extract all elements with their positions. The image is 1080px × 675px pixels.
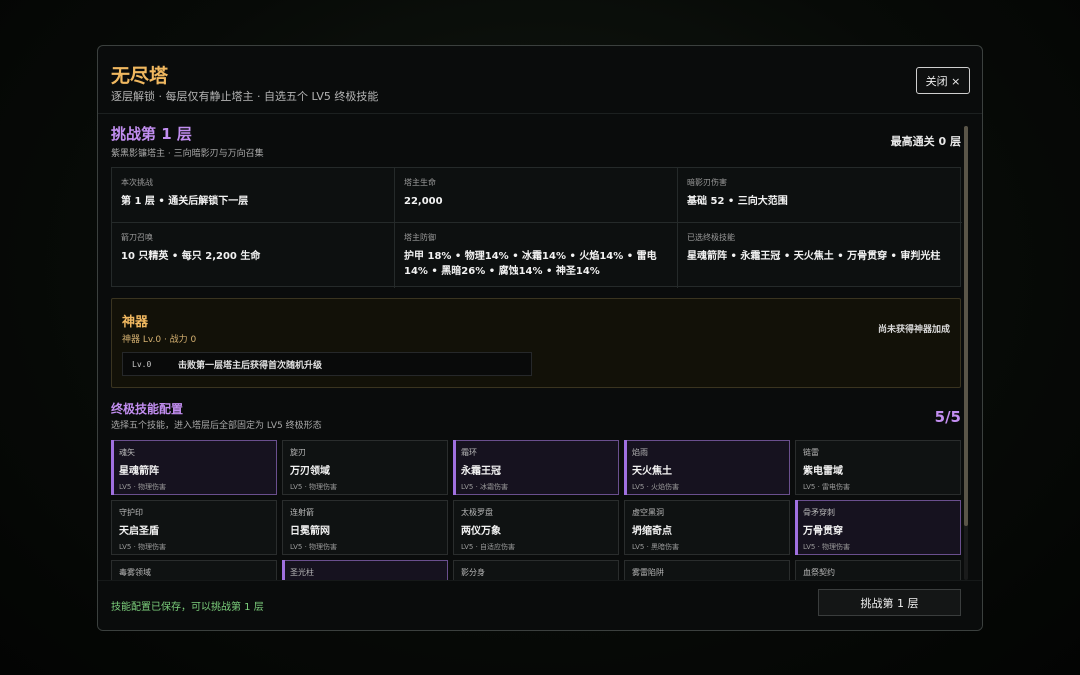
- skill-form: 紫电雷域: [803, 466, 843, 477]
- skill-card[interactable]: 雾雷陷阱: [624, 560, 790, 580]
- skill-name: 守护印: [119, 508, 143, 517]
- skill-meta: LV5 · 物理伤害: [119, 543, 167, 551]
- info-value: 22,000: [404, 196, 443, 207]
- skill-meta: LV5 · 物理伤害: [803, 543, 851, 551]
- skill-card[interactable]: 骨矛穿刺万骨贯穿 LV5 · 物理伤害: [795, 500, 961, 555]
- artifact-title: 神器: [122, 315, 149, 330]
- challenge-title: 挑战第 1 层: [111, 125, 192, 143]
- skill-form: 坍缩奇点: [632, 526, 672, 537]
- skill-name: 链雷: [803, 448, 819, 457]
- scrollbar[interactable]: [964, 126, 968, 580]
- skill-name: 太极罗盘: [461, 508, 493, 517]
- info-value: 第 1 层 • 通关后解锁下一层: [121, 196, 249, 207]
- skill-meta: LV5 · 自适应伤害: [461, 543, 516, 551]
- skill-card[interactable]: 虚空黑洞坍缩奇点 LV5 · 黑暗伤害: [624, 500, 790, 555]
- skill-form: 天火焦土: [632, 466, 672, 477]
- info-label: 本次挑战: [121, 178, 153, 187]
- skill-meta: LV5 · 雷电伤害: [803, 483, 851, 491]
- info-cell: 本次挑战 第 1 层 • 通关后解锁下一层: [112, 168, 395, 223]
- header-divider: [98, 113, 982, 114]
- skill-form: 永霜王冠: [461, 466, 501, 477]
- skill-meta: LV5 · 黑暗伤害: [632, 543, 680, 551]
- info-cell: 塔主生命 22,000: [395, 168, 678, 223]
- skill-card[interactable]: 守护印天启圣盾 LV5 · 物理伤害: [111, 500, 277, 555]
- dialog-title: 无尽塔: [111, 65, 169, 87]
- skill-meta: LV5 · 物理伤害: [290, 543, 338, 551]
- skill-card[interactable]: 旋刃万刃领域 LV5 · 物理伤害: [282, 440, 448, 495]
- info-cell: 已选终极技能 星魂箭阵 • 永霜王冠 • 天火焦土 • 万骨贯穿 • 审判光柱: [678, 223, 962, 288]
- skill-name: 连射箭: [290, 508, 314, 517]
- artifact-upgrade-slot: Lv.0 击败第一层塔主后获得首次随机升级: [122, 352, 532, 376]
- info-label: 暗影刃伤害: [687, 178, 727, 187]
- skills-section-subtitle: 选择五个技能，进入塔层后全部固定为 LV5 终极形态: [111, 421, 322, 431]
- skill-meta: LV5 · 物理伤害: [290, 483, 338, 491]
- skill-name: 影分身: [461, 568, 485, 577]
- info-label: 箭刀召唤: [121, 233, 153, 242]
- skills-grid: 魂矢 星魂箭阵 LV5 · 物理伤害 旋刃 万刃领域 LV5 · 物理伤害 霜环 永霜王冠 LV…: [111, 440, 961, 580]
- info-value: 星魂箭阵 • 永霜王冠 • 天火焦土 • 万骨贯穿 • 审判光柱: [687, 251, 941, 262]
- skill-name: 焰雨: [632, 448, 648, 457]
- skill-meta: LV5 · 物理伤害: [119, 483, 167, 491]
- artifact-level: 神器 Lv.0 · 战力 0: [122, 335, 197, 345]
- best-record: 最高通关 0 层: [890, 135, 961, 148]
- skill-name: 魂矢: [119, 448, 135, 457]
- skill-card[interactable]: 圣光柱: [282, 560, 448, 580]
- close-button[interactable]: 关闭 ×: [916, 67, 970, 94]
- skill-name: 旋刃: [290, 448, 306, 457]
- skill-form: 两仪万象: [461, 526, 501, 537]
- artifact-panel: 神器 神器 Lv.0 · 战力 0 尚未获得神器加成 Lv.0 击败第一层塔主后…: [111, 298, 961, 388]
- dialog-subtitle: 逐层解锁 · 每层仅有静止塔主 · 自选五个 LV5 终极技能: [111, 90, 379, 103]
- skill-meta: LV5 · 火焰伤害: [632, 483, 680, 491]
- skill-card[interactable]: 血祭契约: [795, 560, 961, 580]
- artifact-note: 尚未获得神器加成: [877, 325, 950, 335]
- skill-card[interactable]: 毒雾领域: [111, 560, 277, 580]
- skill-card[interactable]: 太极罗盘两仪万象 LV5 · 自适应伤害: [453, 500, 619, 555]
- endless-tower-dialog: 无尽塔 逐层解锁 · 每层仅有静止塔主 · 自选五个 LV5 终极技能 关闭 ×…: [97, 45, 983, 631]
- skill-card[interactable]: 魂矢星魂箭阵 LV5 · 物理伤害: [111, 440, 277, 495]
- skill-form: 万骨贯穿: [803, 526, 843, 537]
- skill-name: 血祭契约: [803, 568, 835, 577]
- info-cell: 暗影刃伤害 基础 52 • 三向大范围: [678, 168, 962, 223]
- info-label: 已选终极技能: [687, 233, 735, 242]
- skill-name: 圣光柱: [290, 568, 314, 577]
- skill-card[interactable]: 链雷紫电雷域 LV5 · 雷电伤害: [795, 440, 961, 495]
- challenge-subtitle: 紫黑影镰塔主 · 三向暗影刃与万向召集: [111, 149, 264, 159]
- info-value: 10 只精英 • 每只 2,200 生命: [121, 251, 261, 262]
- skill-name: 虚空黑洞: [632, 508, 664, 517]
- skills-selected-count: 5/5: [934, 408, 961, 426]
- info-label: 塔主生命: [404, 178, 436, 187]
- info-cell: 箭刀召唤 10 只精英 • 每只 2,200 生命: [112, 223, 395, 288]
- scrollbar-thumb[interactable]: [964, 126, 968, 526]
- artifact-slot-text: 击败第一层塔主后获得首次随机升级: [178, 360, 323, 371]
- skill-meta: LV5 · 冰霜伤害: [461, 483, 509, 491]
- skill-card[interactable]: 霜环永霜王冠 LV5 · 冰霜伤害: [453, 440, 619, 495]
- skill-name: 雾雷陷阱: [632, 568, 664, 577]
- info-value: 基础 52 • 三向大范围: [687, 196, 788, 207]
- info-label: 塔主防御: [404, 233, 436, 242]
- challenge-info-grid: 本次挑战 第 1 层 • 通关后解锁下一层 塔主生命 22,000 暗影刃伤害 …: [111, 167, 962, 288]
- skill-card[interactable]: 连射箭日冕箭网 LV5 · 物理伤害: [282, 500, 448, 555]
- skill-form: 日冕箭网: [290, 526, 330, 537]
- skills-section-title: 终极技能配置: [111, 402, 184, 416]
- skill-form: 万刃领域: [290, 466, 330, 477]
- skill-card[interactable]: 影分身: [453, 560, 619, 580]
- skill-card[interactable]: 焰雨天火焦土 LV5 · 火焰伤害: [624, 440, 790, 495]
- artifact-slot-level: Lv.0: [132, 359, 152, 369]
- info-cell: 塔主防御 护甲 18% • 物理14% • 冰霜14% • 火焰14% • 雷电…: [395, 223, 678, 288]
- skill-form: 星魂箭阵: [119, 466, 159, 477]
- skill-name: 骨矛穿刺: [803, 508, 835, 517]
- content-scroll-area[interactable]: 挑战第 1 层 紫黑影镰塔主 · 三向暗影刃与万向召集 最高通关 0 层 本次挑…: [111, 120, 963, 580]
- skill-form: 天启圣盾: [119, 526, 159, 537]
- info-value: 护甲 18% • 物理14% • 冰霜14% • 火焰14% • 雷电 14% …: [404, 251, 657, 277]
- save-status: 技能配置已保存，可以挑战第 1 层: [111, 602, 264, 613]
- start-challenge-button[interactable]: 挑战第 1 层: [818, 589, 961, 616]
- skill-name: 毒雾领域: [119, 568, 151, 577]
- skill-name: 霜环: [461, 448, 477, 457]
- dialog-footer: 技能配置已保存，可以挑战第 1 层 挑战第 1 层: [98, 580, 982, 630]
